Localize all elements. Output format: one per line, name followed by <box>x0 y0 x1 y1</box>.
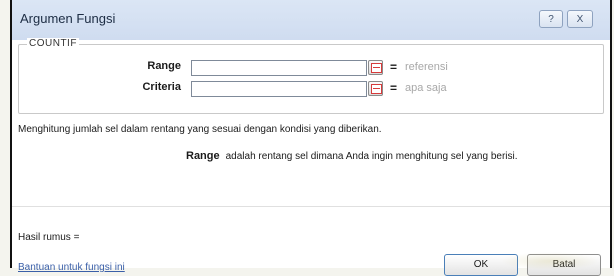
formula-result: Hasil rumus = <box>18 232 80 243</box>
criteria-label: Criteria <box>142 81 181 93</box>
function-description: Menghitung jumlah sel dalam rentang yang… <box>18 124 382 135</box>
function-arguments-dialog: Argumen Fungsi ? X COUNTIF Range = refer… <box>10 0 612 276</box>
separator <box>12 206 610 207</box>
function-help-link[interactable]: Bantuan untuk fungsi ini <box>18 262 125 273</box>
function-name: COUNTIF <box>27 38 79 49</box>
watermark <box>500 252 600 270</box>
help-button[interactable]: ? <box>539 10 563 28</box>
argument-help-text: adalah rentang sel dimana Anda ingin men… <box>225 151 518 162</box>
argument-help-name: Range <box>186 150 220 162</box>
function-group: COUNTIF Range = referensi Criteria = apa… <box>18 38 604 114</box>
dialog-title: Argumen Fungsi <box>20 11 116 26</box>
collapse-dialog-icon <box>371 63 382 73</box>
title-bar: Argumen Fungsi ? X <box>12 0 610 41</box>
dialog-body: COUNTIF Range = referensi Criteria = apa… <box>12 38 610 276</box>
argument-help: Range adalah rentang sel dimana Anda ingi… <box>186 150 518 162</box>
criteria-collapse-button[interactable] <box>368 81 383 96</box>
criteria-hint: apa saja <box>405 82 447 94</box>
range-equals: = <box>390 60 398 74</box>
criteria-input[interactable] <box>191 81 367 97</box>
range-input[interactable] <box>191 60 367 76</box>
criteria-equals: = <box>390 81 398 95</box>
range-hint: referensi <box>405 61 448 73</box>
collapse-dialog-icon <box>371 84 382 94</box>
range-collapse-button[interactable] <box>368 60 383 75</box>
close-button[interactable]: X <box>567 10 593 28</box>
range-label: Range <box>147 60 181 72</box>
